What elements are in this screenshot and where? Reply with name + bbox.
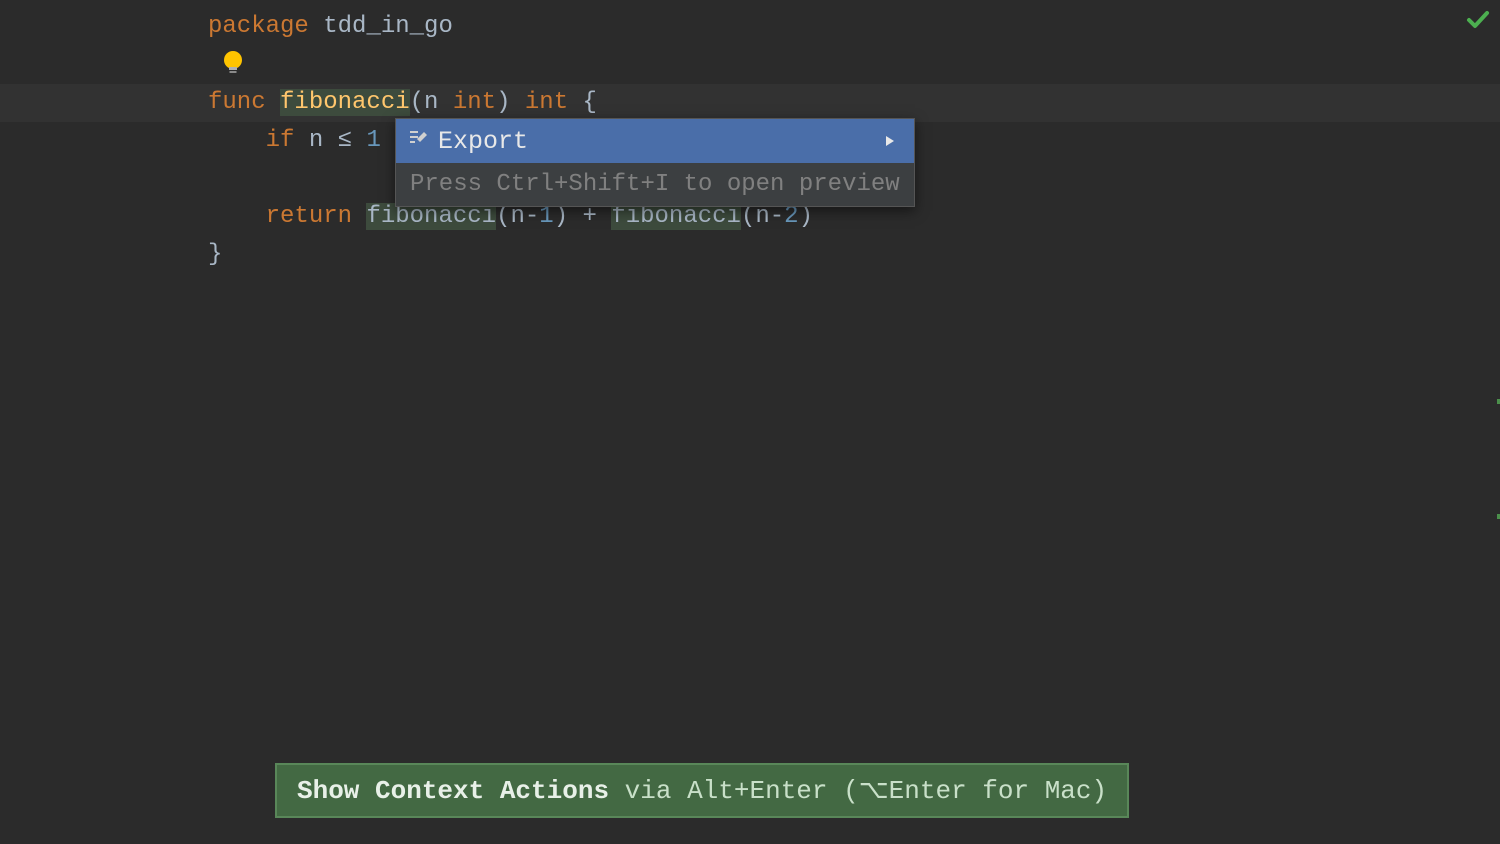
type-int-2: int <box>510 89 568 116</box>
paren-close: ) <box>496 89 510 116</box>
popup-hint: Press Ctrl+Shift+I to open preview <box>396 163 914 206</box>
code-line-3: func fibonacci(n int) int { <box>0 84 1500 122</box>
number-arg1: 1 <box>539 203 553 230</box>
args-1-close: ) <box>554 203 568 230</box>
number-1: 1 <box>366 127 380 154</box>
call-fibonacci-2: fibonacci <box>611 203 741 230</box>
popup-item-export[interactable]: Export <box>396 119 914 163</box>
number-arg2: 2 <box>784 203 798 230</box>
code-line-7: } <box>0 236 1500 274</box>
indent <box>208 127 266 154</box>
args-2-close: ) <box>799 203 813 230</box>
intention-popup[interactable]: Export Press Ctrl+Shift+I to open previe… <box>395 118 915 207</box>
space <box>352 203 366 230</box>
check-icon[interactable] <box>1466 8 1490 40</box>
brace-close: } <box>208 241 222 268</box>
tooltip-bold: Show Context Actions <box>297 776 609 806</box>
popup-export-label: Export <box>438 127 528 156</box>
keyword-return: return <box>266 203 352 230</box>
keyword-if: if <box>266 127 295 154</box>
args-1-open: (n- <box>496 203 539 230</box>
paren-open: ( <box>410 89 424 116</box>
pencil-icon <box>408 126 430 156</box>
plus-op: + <box>568 203 611 230</box>
call-fibonacci-1: fibonacci <box>366 203 496 230</box>
indent <box>208 203 266 230</box>
function-name-def: fibonacci <box>280 89 410 116</box>
keyword-func: func <box>208 89 266 116</box>
chevron-right-icon <box>644 127 896 156</box>
code-line-1: package tdd_in_go <box>0 8 1500 46</box>
if-expr: n ≤ <box>294 127 366 154</box>
brace-open: { <box>568 89 597 116</box>
args-2-open: (n- <box>741 203 784 230</box>
keyword-package: package <box>208 13 309 40</box>
lightbulb-icon[interactable] <box>222 50 244 86</box>
param-n: n <box>424 89 453 116</box>
tooltip-bar: Show Context Actions via Alt+Enter (⌥Ent… <box>275 763 1129 818</box>
package-name: tdd_in_go <box>309 13 453 40</box>
type-int-1: int <box>453 89 496 116</box>
tooltip-rest: via Alt+Enter (⌥Enter for Mac) <box>609 776 1107 806</box>
